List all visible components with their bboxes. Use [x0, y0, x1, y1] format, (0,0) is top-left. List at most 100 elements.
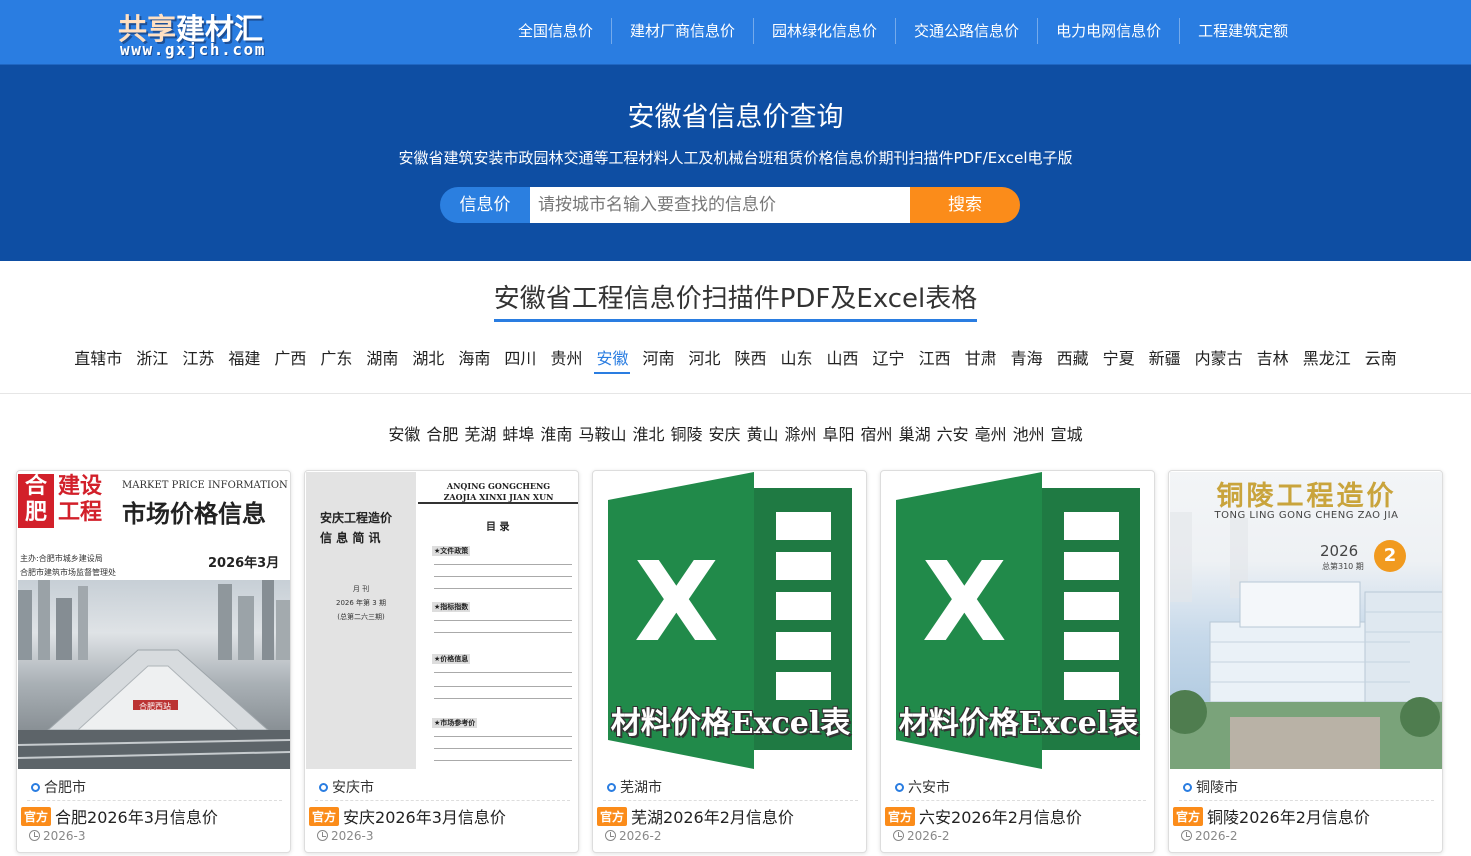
city-link[interactable]: 淮北	[632, 421, 664, 445]
province-tab[interactable]: 青海	[1009, 345, 1045, 372]
price-card-wuhu[interactable]: X 材料价格Excel表 芜湖市 官方 芜湖2026年2月信息价 2026-2	[592, 470, 867, 853]
clock-icon	[29, 830, 40, 841]
province-tab[interactable]: 内蒙古	[1193, 345, 1245, 372]
card-title[interactable]: 官方 铜陵2026年2月信息价	[1173, 804, 1370, 828]
province-tab[interactable]: 河南	[640, 345, 676, 372]
province-tab[interactable]: 黑龙江	[1301, 345, 1353, 372]
cover-red-text: 合肥	[24, 474, 47, 525]
province-tab[interactable]: 安徽	[594, 345, 631, 374]
province-tab[interactable]: 山东	[779, 345, 815, 372]
province-tab[interactable]: 福建	[226, 345, 262, 372]
province-tab[interactable]: 河北	[686, 345, 722, 372]
nav-link-landscape[interactable]: 园林绿化信息价	[754, 18, 897, 44]
card-city: 合肥市	[31, 777, 86, 797]
cover-photo-station: 合肥西站	[18, 580, 290, 769]
toc-line	[434, 748, 572, 749]
province-tab[interactable]: 辽宁	[871, 345, 907, 372]
province-tab[interactable]: 广东	[318, 345, 354, 372]
province-tab[interactable]: 陕西	[733, 345, 769, 372]
search-input[interactable]	[530, 187, 910, 223]
toc-line	[434, 588, 572, 589]
province-tab[interactable]: 宁夏	[1101, 345, 1137, 372]
province-tab[interactable]: 江苏	[180, 345, 216, 372]
city-link[interactable]: 铜陵	[670, 421, 702, 445]
province-tab[interactable]: 湖南	[364, 345, 400, 372]
card-date: 2026-3	[29, 829, 86, 843]
city-link[interactable]: 芜湖	[464, 421, 496, 445]
cover-date: 2026年3月	[208, 556, 280, 571]
official-badge: 官方	[1173, 807, 1204, 826]
city-link[interactable]: 蚌埠	[502, 421, 534, 445]
province-tab[interactable]: 新疆	[1147, 345, 1183, 372]
nav-link-quota[interactable]: 工程建筑定额	[1180, 18, 1306, 44]
province-tab[interactable]: 海南	[456, 345, 492, 372]
cover-issue-2: 2026 年第 3 期	[336, 599, 386, 607]
official-badge: 官方	[885, 807, 916, 826]
province-tab[interactable]: 贵州	[548, 345, 584, 372]
city-link[interactable]: 阜阳	[823, 421, 855, 445]
card-meta: 芜湖市 官方 芜湖2026年2月信息价 2026-2	[593, 769, 866, 852]
province-tab[interactable]: 湖北	[410, 345, 446, 372]
province-tab[interactable]: 吉林	[1255, 345, 1291, 372]
city-link[interactable]: 安庆	[708, 421, 740, 445]
price-card-luan[interactable]: X 材料价格Excel表 六安市 官方 六安2026年2月信息价 2026-2	[880, 470, 1155, 853]
province-tab[interactable]: 甘肃	[963, 345, 999, 372]
nav-link-manufacturer[interactable]: 建材厂商信息价	[612, 18, 755, 44]
city-link[interactable]: 亳州	[975, 421, 1007, 445]
city-link[interactable]: 马鞍山	[578, 421, 626, 445]
nav-link-power[interactable]: 电力电网信息价	[1038, 18, 1181, 44]
city-link[interactable]: 滁州	[785, 421, 817, 445]
city-link[interactable]: 宣城	[1051, 421, 1083, 445]
city-link[interactable]: 合肥	[426, 421, 458, 445]
card-city-text: 安庆市	[332, 780, 374, 796]
card-title[interactable]: 官方 安庆2026年3月信息价	[309, 804, 506, 828]
province-tab[interactable]: 云南	[1363, 345, 1399, 372]
nav-link-national[interactable]: 全国信息价	[500, 18, 613, 44]
toc-line	[434, 672, 572, 673]
toc-line	[434, 736, 572, 737]
hero-title: 安徽省信息价查询	[627, 102, 844, 133]
site-logo[interactable]: 共享建材汇 www.gxjch.com	[118, 4, 308, 62]
province-tab[interactable]: 广西	[272, 345, 308, 372]
city-link[interactable]: 安徽	[388, 421, 420, 445]
card-title-text: 安庆2026年3月信息价	[343, 808, 506, 827]
province-tab[interactable]: 西藏	[1055, 345, 1091, 372]
province-tab[interactable]: 山西	[825, 345, 861, 372]
province-tab[interactable]: 江西	[917, 345, 953, 372]
card-date-text: 2026-3	[331, 829, 374, 843]
hero-subtitle: 安徽省建筑安装市政园林交通等工程材料人工及机械台班租赁价格信息价期刊扫描件PDF…	[398, 149, 1073, 167]
city-link[interactable]: 淮南	[540, 421, 572, 445]
card-date: 2026-2	[605, 829, 662, 843]
city-link[interactable]: 巢湖	[899, 421, 931, 445]
card-city: 铜陵市	[1183, 777, 1238, 797]
cover-mpi: MARKET PRICE INFORMATION	[122, 480, 288, 491]
nav-link-highway[interactable]: 交通公路信息价	[896, 18, 1039, 44]
card-date: 2026-2	[893, 829, 950, 843]
city-link[interactable]: 黄山	[747, 421, 779, 445]
price-card-tongling[interactable]: 铜陵工程造价 TONG LING GONG CHENG ZAO JIA 2026…	[1168, 470, 1443, 853]
top-nav: 共享建材汇 www.gxjch.com 全国信息价 建材厂商信息价 园林绿化信息…	[0, 0, 1471, 65]
cover-toc-tag: ★市场参考价	[432, 718, 478, 728]
province-tab[interactable]: 四川	[502, 345, 538, 372]
card-title[interactable]: 官方 六安2026年2月信息价	[885, 804, 1082, 828]
cover-left-title: 安庆工程造价 信 息 简 讯	[320, 508, 392, 548]
price-card-hefei[interactable]: 合肥 建设工程 MARKET PRICE INFORMATION 市场价格信息 …	[16, 470, 291, 853]
price-card-anqing[interactable]: ANQING GONGCHENG ZAOJIA XINXI JIAN XUN 目…	[304, 470, 579, 853]
card-title[interactable]: 官方 芜湖2026年2月信息价	[597, 804, 794, 828]
location-dot-icon	[607, 783, 616, 792]
card-title[interactable]: 官方 合肥2026年3月信息价	[21, 804, 218, 828]
province-tab[interactable]: 直辖市	[72, 345, 124, 372]
province-tab[interactable]: 浙江	[134, 345, 170, 372]
card-divider	[27, 800, 282, 801]
city-link[interactable]: 六安	[937, 421, 969, 445]
cover-org-line2: 合肥市建筑市场监督管理处	[20, 568, 116, 577]
excel-caption: 材料价格Excel表	[610, 706, 851, 741]
cover-left-title-1: 安庆工程造价	[320, 511, 393, 525]
search-button[interactable]: 搜索	[910, 187, 1020, 223]
city-link[interactable]: 宿州	[861, 421, 893, 445]
search-category-tag[interactable]: 信息价	[440, 187, 530, 223]
card-date-text: 2026-2	[619, 829, 662, 843]
cover-toc-title: 目 录	[486, 522, 510, 533]
city-link[interactable]: 池州	[1013, 421, 1045, 445]
card-city-text: 六安市	[908, 780, 950, 796]
